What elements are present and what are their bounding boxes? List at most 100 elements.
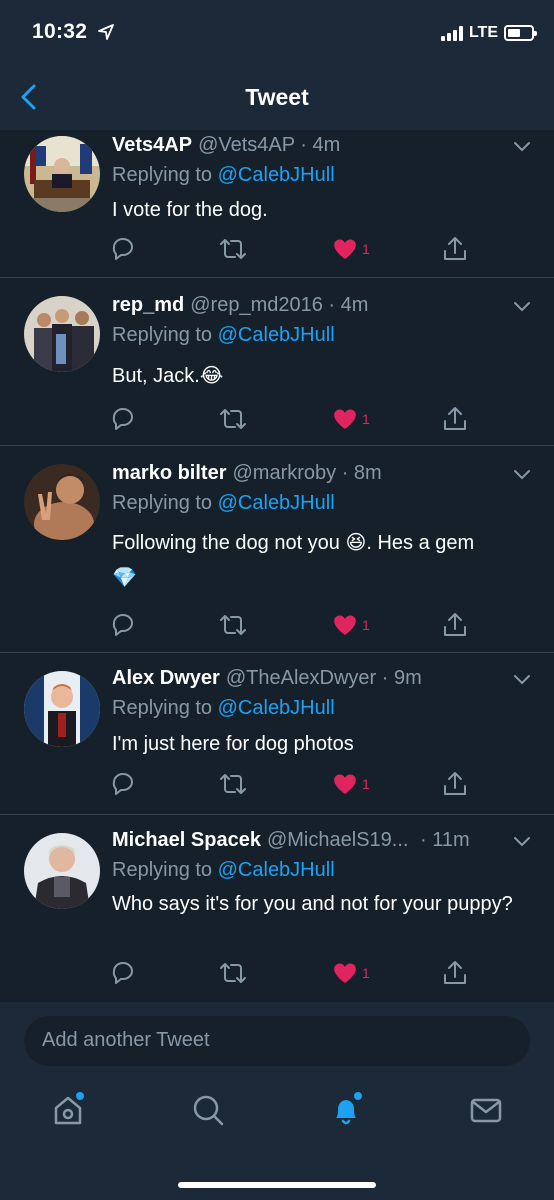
mention-link[interactable]: @CalebJHull [218,697,335,719]
status-indicators: LTE [440,24,537,42]
tab-notifications[interactable] [326,1090,366,1130]
tweet-text: But, Jack.😂 [112,365,224,387]
heart-icon [334,615,356,635]
retweet-icon [220,615,246,635]
top-bar: 10:32 LTE Tweet [0,0,554,130]
reply-button[interactable] [108,404,138,434]
author-name[interactable]: Vets4AP [112,134,192,156]
author-handle[interactable]: @markroby [232,462,336,484]
like-count: 1 [362,617,370,633]
notifications-icon [336,1092,362,1125]
tweet-actions: 1 [108,769,488,799]
avatar[interactable] [24,136,100,212]
share-icon [444,237,466,260]
chevron-down-icon[interactable] [512,468,532,482]
share-button[interactable] [440,234,470,264]
share-button[interactable] [440,404,470,434]
avatar[interactable] [24,833,100,909]
mention-link[interactable]: @CalebJHull [218,859,335,881]
like-button[interactable]: 1 [332,769,370,799]
reply-button[interactable] [108,234,138,264]
heart-icon [334,963,356,983]
reply-item[interactable]: marko bilter @markroby · 8m Replying to @… [0,446,554,653]
chevron-down-icon[interactable] [512,140,532,154]
replying-to: Replying to @CalebJHull [112,492,335,514]
search-icon [193,1095,224,1126]
reply-button[interactable] [108,958,138,988]
chevron-down-icon[interactable] [512,835,532,849]
reply-icon [112,408,133,430]
avatar[interactable] [24,296,100,372]
author-name[interactable]: rep_md [112,294,184,316]
tweet-actions: 1 [108,610,488,640]
page-title: Tweet [245,84,309,110]
like-count: 1 [362,965,370,981]
tweet-actions: 1 [108,958,488,988]
author-handle[interactable]: @MichaelS19... [267,829,408,851]
like-button[interactable]: 1 [332,610,370,640]
chevron-down-icon[interactable] [512,673,532,687]
retweet-icon [220,963,246,983]
heart-icon [334,774,356,794]
share-button[interactable] [440,958,470,988]
home-icon [54,1092,84,1125]
retweet-button[interactable] [218,958,248,988]
tweet-time: · 8m [341,462,382,484]
battery-icon [504,25,537,41]
reply-button[interactable] [108,610,138,640]
tab-search[interactable] [188,1090,228,1130]
tab-messages[interactable] [466,1090,506,1130]
status-time: 10:32 [32,20,88,43]
home-indicator[interactable] [178,1182,376,1188]
replying-to: Replying to @CalebJHull [112,859,335,881]
share-button[interactable] [440,769,470,799]
retweet-button[interactable] [218,610,248,640]
author-name[interactable]: Alex Dwyer [112,667,220,689]
share-button[interactable] [440,610,470,640]
replying-to: Replying to @CalebJHull [112,164,335,186]
retweet-button[interactable] [218,769,248,799]
like-button[interactable]: 1 [332,234,370,264]
signal-icon [440,25,463,41]
heart-icon [334,409,356,429]
reply-item[interactable]: Vets4AP @Vets4AP · 4m Replying to @CalebJ… [0,130,554,278]
reply-item[interactable]: Michael Spacek @MichaelS19... · 11m Reply… [0,815,554,1002]
tweet-actions: 1 [108,234,488,264]
reply-button[interactable] [108,769,138,799]
retweet-button[interactable] [218,404,248,434]
like-count: 1 [362,411,370,427]
tweet-text: I'm just here for dog photos [112,733,354,755]
tab-home[interactable] [48,1090,88,1130]
reply-icon [112,238,133,260]
replying-to: Replying to @CalebJHull [112,324,335,346]
avatar[interactable] [24,464,100,540]
author-handle[interactable]: @rep_md2016 [190,294,323,316]
tweet-time: · 11m [420,829,470,851]
tab-bar [0,1090,554,1140]
tweet-time: · 4m [300,134,341,156]
mention-link[interactable]: @CalebJHull [218,164,335,186]
tweet-time: · 4m [328,294,369,316]
like-button[interactable]: 1 [332,404,370,434]
retweet-icon [220,409,246,429]
author-name[interactable]: marko bilter [112,462,226,484]
chevron-down-icon[interactable] [512,300,532,314]
share-icon [444,772,466,795]
like-button[interactable]: 1 [332,958,370,988]
reply-icon [112,962,133,984]
author-name[interactable]: Michael Spacek [112,829,261,851]
location-arrow-icon [98,24,114,40]
mention-link[interactable]: @CalebJHull [218,492,335,514]
author-handle[interactable]: @Vets4AP [198,134,295,156]
reply-item[interactable]: Alex Dwyer @TheAlexDwyer · 9m Replying to… [0,653,554,815]
reply-item[interactable]: rep_md @rep_md2016 · 4m Replying to @Cale… [0,278,554,446]
avatar[interactable] [24,671,100,747]
messages-icon [470,1098,502,1123]
heart-icon [334,239,356,259]
share-icon [444,613,466,636]
like-count: 1 [362,776,370,792]
add-tweet-input[interactable]: Add another Tweet [24,1016,530,1066]
retweet-button[interactable] [218,234,248,264]
author-handle[interactable]: @TheAlexDwyer [226,667,376,689]
mention-link[interactable]: @CalebJHull [218,324,335,346]
